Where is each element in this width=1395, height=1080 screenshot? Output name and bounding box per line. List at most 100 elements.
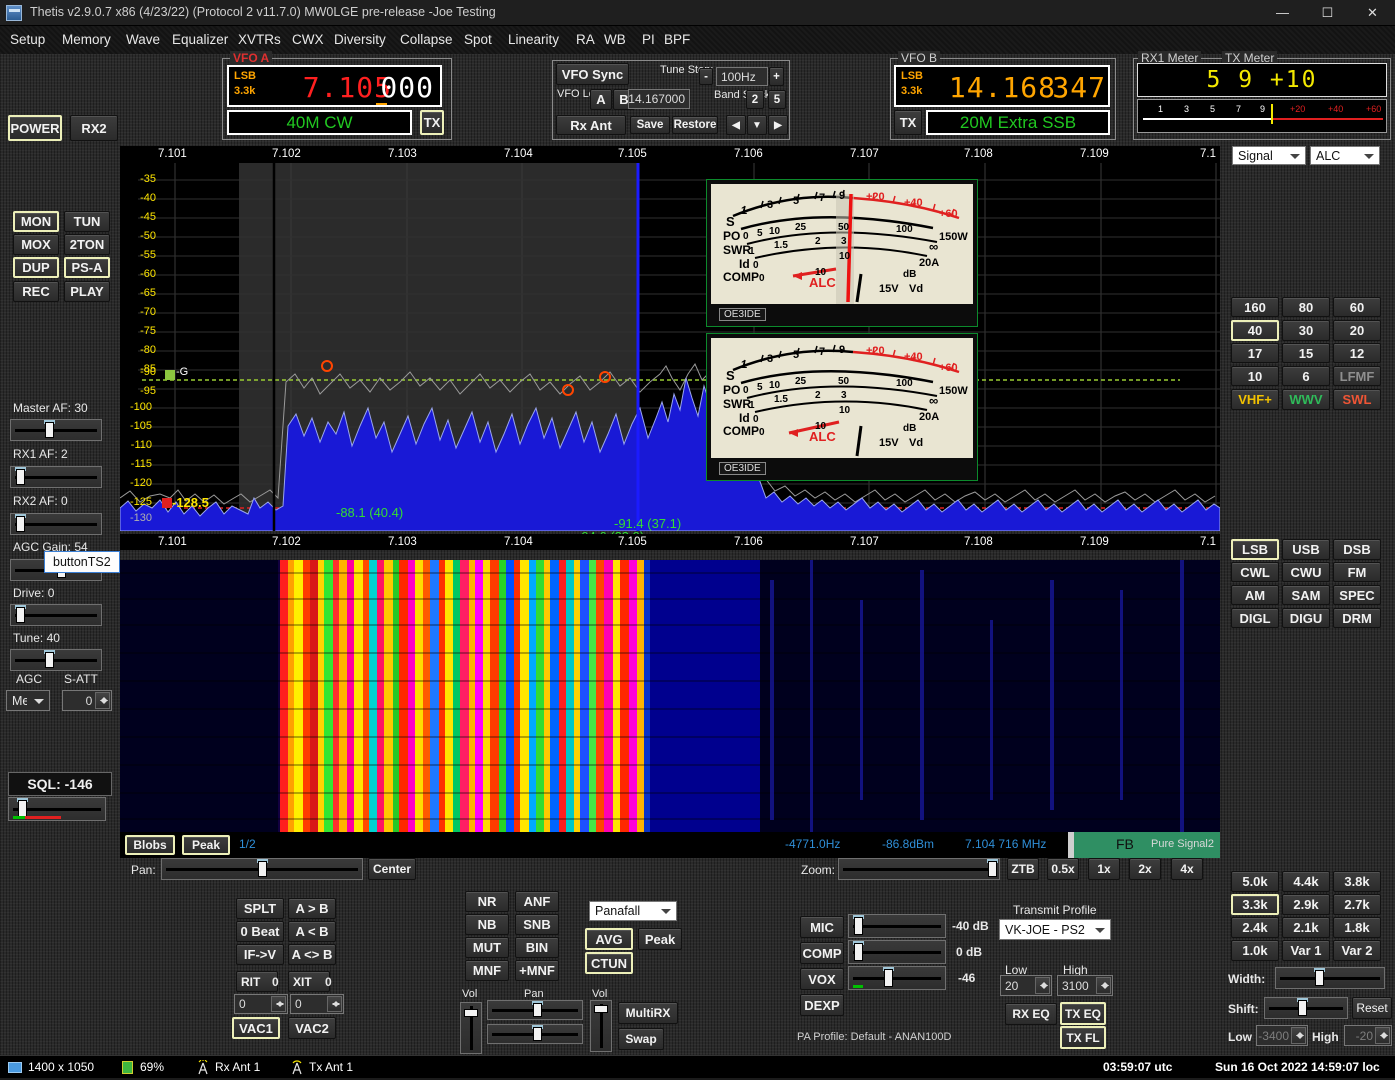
slider-thumb[interactable]	[988, 861, 997, 877]
slider-thumb[interactable]	[1298, 1000, 1307, 1016]
width-slider[interactable]	[1275, 967, 1385, 989]
vac2-button[interactable]: VAC2	[288, 1017, 336, 1039]
band-wwv-button[interactable]: WWV	[1282, 389, 1330, 410]
anf-button[interactable]: ANF	[515, 891, 559, 912]
band-30-button[interactable]: 30	[1282, 320, 1330, 341]
zoom-4x-button[interactable]: 4x	[1171, 858, 1203, 880]
menu-item-pi[interactable]: PI	[642, 26, 655, 54]
zoom-2x-button[interactable]: 2x	[1129, 858, 1161, 880]
nr-button[interactable]: NR	[465, 891, 509, 912]
meter-mode-select-signal[interactable]: Signal	[1232, 146, 1306, 165]
slider-thumb[interactable]	[533, 1003, 542, 1017]
2ton-button[interactable]: 2TON	[64, 234, 110, 255]
filter-var2-button[interactable]: Var 2	[1333, 940, 1381, 961]
power-button[interactable]: POWER	[8, 115, 62, 141]
rx2-vol-slider[interactable]	[590, 1000, 612, 1052]
mode-lsb-button[interactable]: LSB	[1231, 539, 1279, 560]
mox-button[interactable]: MOX	[13, 234, 59, 255]
rx1-vol-slider[interactable]	[460, 1002, 482, 1054]
tune-step-decrement[interactable]: -	[699, 68, 713, 85]
rx-ant-button[interactable]: Rx Ant	[556, 115, 626, 135]
analog-meter-top[interactable]: S PO SWR Id COMP 1 3 5 7 9 +20 +40 +60 0…	[706, 179, 978, 327]
menu-item-equalizer[interactable]: Equalizer	[172, 26, 228, 54]
tx-fl-button[interactable]: TX FL	[1060, 1026, 1106, 1049]
a-swap-b-button[interactable]: A <> B	[288, 944, 336, 965]
tx-high-spinner[interactable]: 3100	[1057, 975, 1113, 996]
tune-slider[interactable]	[10, 649, 102, 671]
peak-display-button[interactable]: Peak	[182, 835, 230, 855]
rx2-pan-slider[interactable]	[487, 1024, 583, 1044]
band-80-button[interactable]: 80	[1282, 297, 1330, 317]
filter-44k-button[interactable]: 4.4k	[1282, 871, 1330, 892]
nav-right-button[interactable]: ▶	[768, 115, 788, 135]
mode-sam-button[interactable]: SAM	[1282, 585, 1330, 605]
filter-29k-button[interactable]: 2.9k	[1282, 894, 1330, 915]
ztb-button[interactable]: ZTB	[1007, 858, 1039, 880]
slider-thumb[interactable]	[1315, 970, 1324, 986]
slider-thumb[interactable]	[854, 943, 863, 961]
filter-33k-button[interactable]: 3.3k	[1231, 894, 1279, 915]
center-button[interactable]: Center	[368, 858, 416, 880]
vfo-sync-button[interactable]: VFO Sync	[556, 63, 629, 85]
panadapter-display[interactable]: 7.101 7.102 7.103 7.104 7.105 7.106 7.10…	[120, 146, 1220, 531]
mode-digu-button[interactable]: DIGU	[1282, 608, 1330, 628]
filter-var1-button[interactable]: Var 1	[1282, 940, 1330, 961]
pure-signal-panel[interactable]: FB Pure Signal2	[1068, 832, 1220, 858]
rec-button[interactable]: REC	[13, 281, 59, 302]
zoom-slider[interactable]	[838, 858, 1000, 880]
band-160-button[interactable]: 160	[1231, 297, 1279, 317]
xit-spin-buttons[interactable]	[327, 996, 342, 1012]
analog-meter-bottom[interactable]: S PO SWR Id COMP 1 3 5 7 9 +20 +40 +60 0…	[706, 333, 978, 481]
menu-item-xvtrs[interactable]: XVTRs	[238, 26, 281, 54]
mic-button[interactable]: MIC	[800, 916, 844, 938]
filter-high-spinner[interactable]: -20	[1344, 1025, 1392, 1046]
menu-item-memory[interactable]: Memory	[62, 26, 111, 54]
band-stack-5-button[interactable]: 5	[768, 90, 786, 109]
menu-item-bpf[interactable]: BPF	[664, 26, 690, 54]
band-6-button[interactable]: 6	[1282, 366, 1330, 386]
tx-low-spin-buttons[interactable]	[1035, 977, 1050, 994]
band-12-button[interactable]: 12	[1333, 343, 1381, 363]
rx2-button[interactable]: RX2	[70, 115, 118, 141]
if-to-v-button[interactable]: IF->V	[236, 944, 284, 965]
slider-thumb[interactable]	[594, 1005, 608, 1013]
master-af-slider[interactable]	[10, 419, 102, 441]
slider-thumb[interactable]	[464, 1009, 478, 1017]
rit-spin-buttons[interactable]	[271, 996, 286, 1012]
filter-low-spin-buttons[interactable]	[1291, 1027, 1306, 1044]
mode-usb-button[interactable]: USB	[1282, 539, 1330, 560]
rx2-af-slider[interactable]	[10, 513, 102, 535]
waterfall-display[interactable]	[120, 560, 1220, 832]
mode-drm-button[interactable]: DRM	[1333, 608, 1381, 628]
filter-reset-button[interactable]: Reset	[1352, 997, 1392, 1019]
mode-spec-button[interactable]: SPEC	[1333, 585, 1381, 605]
minimize-button[interactable]: —	[1260, 0, 1305, 26]
vfo-a-tx-button[interactable]: TX	[420, 110, 444, 135]
tx-low-spinner[interactable]: 20	[1000, 975, 1052, 996]
slider-thumb[interactable]	[16, 607, 25, 623]
tx-eq-button[interactable]: TX EQ	[1060, 1002, 1106, 1025]
dexp-button[interactable]: DEXP	[800, 994, 844, 1016]
snb-button[interactable]: SNB	[515, 914, 559, 935]
band-vhf-button[interactable]: VHF+	[1231, 389, 1279, 410]
menu-item-cwx[interactable]: CWX	[292, 26, 324, 54]
band-swl-button[interactable]: SWL	[1333, 389, 1381, 410]
tune-step-increment[interactable]: +	[769, 67, 784, 86]
band-17-button[interactable]: 17	[1231, 343, 1279, 363]
a-to-b-button[interactable]: A > B	[288, 898, 336, 919]
filter-24k-button[interactable]: 2.4k	[1231, 917, 1279, 938]
menu-item-collapse[interactable]: Collapse	[400, 26, 453, 54]
avg-button[interactable]: AVG	[585, 928, 633, 950]
tune-step-value[interactable]: 100Hz	[716, 67, 768, 86]
slider-thumb[interactable]	[884, 969, 893, 987]
swap-button[interactable]: Swap	[618, 1028, 664, 1050]
psa-button[interactable]: PS-A	[64, 257, 110, 278]
slider-thumb[interactable]	[854, 917, 863, 935]
satt-spinner[interactable]: 0	[62, 690, 112, 711]
shift-slider[interactable]	[1264, 997, 1348, 1019]
menu-item-wave[interactable]: Wave	[126, 26, 160, 54]
menu-item-diversity[interactable]: Diversity	[334, 26, 386, 54]
display-mode-select[interactable]: Panafall	[589, 901, 677, 921]
band-20-button[interactable]: 20	[1333, 320, 1381, 341]
filter-38k-button[interactable]: 3.8k	[1333, 871, 1381, 892]
